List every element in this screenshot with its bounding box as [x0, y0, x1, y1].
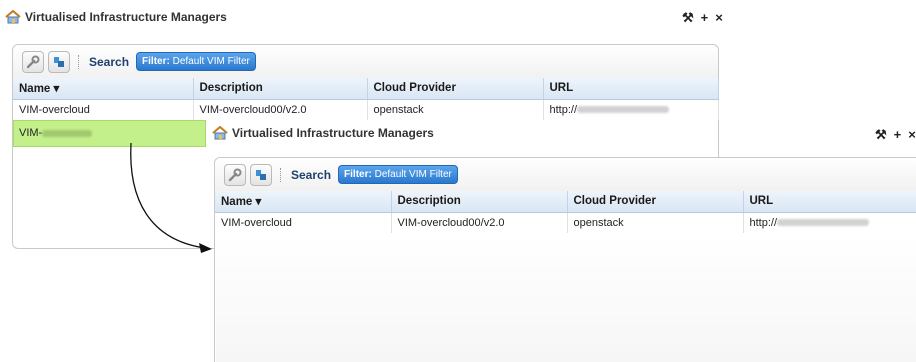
- selected-row-name: VIM-: [19, 127, 43, 139]
- column-url[interactable]: URL: [743, 191, 916, 213]
- home-icon: [212, 126, 228, 140]
- filter-button[interactable]: Filter: Default VIM Filter: [136, 52, 256, 71]
- cell-name: VIM-overcloud: [13, 99, 194, 120]
- front-grid-table: Name ▾ Description Cloud Provider URL VI…: [215, 191, 916, 233]
- add-button[interactable]: +: [701, 10, 709, 26]
- column-name[interactable]: Name ▾: [13, 78, 194, 100]
- filter-button[interactable]: Filter: Default VIM Filter: [338, 165, 458, 184]
- back-window-title: Virtualised Infrastructure Managers: [5, 10, 227, 24]
- table-row[interactable]: VIM-overcloud VIM-overcloud00/v2.0 opens…: [13, 99, 719, 120]
- search-label[interactable]: Search: [291, 168, 331, 182]
- column-url[interactable]: URL: [543, 78, 719, 100]
- column-cloud-provider[interactable]: Cloud Provider: [367, 78, 544, 100]
- table-row[interactable]: VIM-overcloud VIM-overcloud00/v2.0 opens…: [215, 212, 916, 233]
- cell-url: http://: [743, 212, 916, 233]
- toolbar-separator: [78, 54, 80, 69]
- filter-value: Default VIM Filter: [172, 56, 250, 67]
- close-button[interactable]: ×: [715, 10, 723, 26]
- front-grid-panel: Search Filter: Default VIM Filter Name ▾…: [214, 157, 916, 362]
- cell-provider: openstack: [567, 212, 744, 233]
- wrench-icon[interactable]: ⚒: [875, 127, 887, 143]
- cell-name: VIM-overcloud: [215, 212, 392, 233]
- close-button[interactable]: ×: [908, 127, 916, 143]
- back-window-controls: ⚒ + ×: [682, 10, 723, 26]
- grid-empty-area: [216, 235, 916, 362]
- cell-url: http://: [543, 99, 719, 120]
- wrench-icon[interactable]: [224, 163, 246, 186]
- front-window-title: Virtualised Infrastructure Managers: [212, 126, 434, 140]
- front-title-text: Virtualised Infrastructure Managers: [232, 126, 434, 140]
- blurred-url: [777, 219, 870, 227]
- wrench-icon[interactable]: [22, 50, 44, 73]
- back-toolbar: Search Filter: Default VIM Filter: [13, 45, 718, 79]
- selected-table-row[interactable]: VIM-: [13, 120, 206, 147]
- cell-description: VIM-overcloud00/v2.0: [391, 212, 568, 233]
- header-row: Name ▾ Description Cloud Provider URL: [215, 191, 916, 213]
- cell-provider: openstack: [367, 99, 544, 120]
- column-description[interactable]: Description: [391, 191, 568, 213]
- wrench-icon[interactable]: ⚒: [682, 10, 694, 26]
- filter-value: Default VIM Filter: [374, 169, 452, 180]
- add-button[interactable]: +: [894, 127, 902, 143]
- column-description[interactable]: Description: [193, 78, 368, 100]
- front-window-controls: ⚒ + ×: [875, 127, 916, 143]
- filter-prefix: Filter:: [142, 56, 170, 67]
- refresh-icon[interactable]: [48, 50, 70, 73]
- front-toolbar: Search Filter: Default VIM Filter: [215, 158, 916, 192]
- url-prefix: http://: [749, 216, 778, 229]
- back-grid-table: Name ▾ Description Cloud Provider URL VI…: [13, 78, 719, 120]
- url-prefix: http://: [549, 103, 578, 116]
- back-title-text: Virtualised Infrastructure Managers: [25, 10, 227, 24]
- header-row: Name ▾ Description Cloud Provider URL: [13, 78, 719, 100]
- blurred-ip: [42, 129, 93, 137]
- toolbar-separator: [280, 167, 282, 182]
- refresh-icon[interactable]: [250, 163, 272, 186]
- search-label[interactable]: Search: [89, 55, 129, 69]
- cell-description: VIM-overcloud00/v2.0: [193, 99, 368, 120]
- column-name[interactable]: Name ▾: [215, 191, 392, 213]
- home-icon: [5, 10, 21, 24]
- blurred-url: [577, 106, 670, 114]
- filter-prefix: Filter:: [344, 169, 372, 180]
- column-cloud-provider[interactable]: Cloud Provider: [567, 191, 744, 213]
